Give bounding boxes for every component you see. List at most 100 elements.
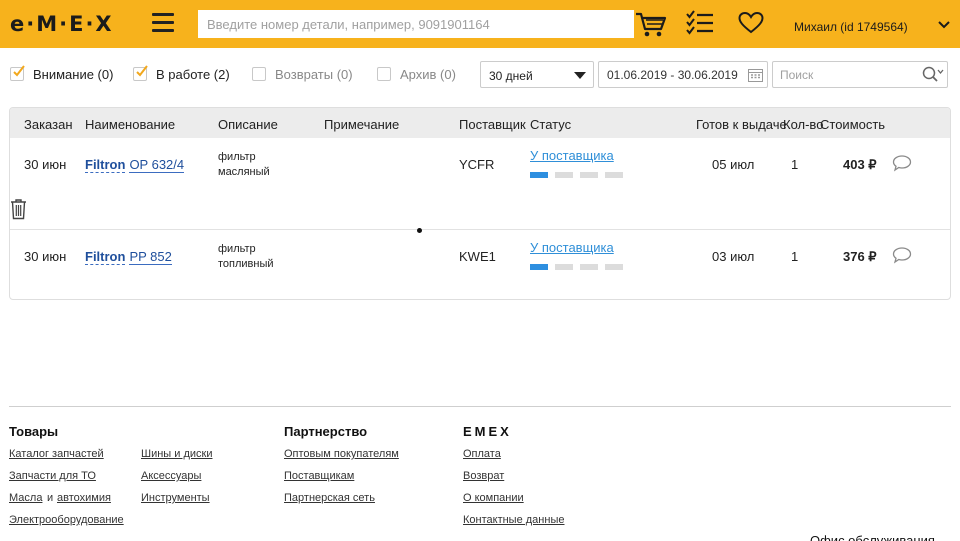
footer-link-contacts[interactable]: Контактные данные	[463, 514, 564, 526]
row-divider	[10, 229, 950, 230]
ordered-date: 30 июн	[24, 157, 67, 172]
quantity: 1	[791, 249, 799, 264]
part-number-link[interactable]: PP 852	[129, 249, 172, 265]
caret-down-icon	[574, 72, 586, 79]
check-icon	[136, 65, 148, 77]
footer-link-oils[interactable]: Масла	[9, 492, 42, 504]
brand-link[interactable]: Filtron	[85, 157, 126, 173]
period-value: 30 дней	[489, 69, 533, 83]
description: фильтр масляный	[218, 150, 270, 180]
top-header: e·M·E·X Михаил (id 1749564)	[0, 0, 960, 48]
description-line: топливный	[218, 258, 274, 270]
progress-step	[580, 172, 598, 178]
table-header: Заказан Наименование Описание Примечание…	[10, 108, 950, 138]
check-icon	[13, 65, 25, 77]
quantity: 1	[791, 157, 799, 172]
col-note[interactable]: Примечание	[324, 117, 399, 132]
calendar-icon[interactable]	[748, 68, 763, 82]
progress-step	[605, 264, 623, 270]
col-status[interactable]: Статус	[530, 117, 571, 132]
trash-icon[interactable]	[9, 198, 28, 220]
footer-link-about[interactable]: О компании	[463, 492, 524, 504]
footer-emex-title: EMEX	[463, 424, 512, 439]
cart-icon[interactable]	[634, 10, 668, 38]
footer-link-autochem[interactable]: автохимия	[57, 492, 111, 504]
search-icon[interactable]	[922, 66, 944, 82]
col-supplier[interactable]: Поставщик	[459, 117, 526, 132]
cursor-dot	[417, 228, 422, 233]
attention-label: Внимание (0)	[33, 66, 114, 82]
col-description[interactable]: Описание	[218, 117, 278, 132]
footer-link-tools[interactable]: Инструменты	[141, 492, 210, 504]
user-account[interactable]: Михаил (id 1749564)	[794, 20, 908, 34]
footer-link-suppliers[interactable]: Поставщикам	[284, 470, 354, 482]
part-search-input[interactable]	[198, 10, 634, 38]
emex-logo[interactable]: e·M·E·X	[10, 12, 114, 36]
col-cost[interactable]: Стоимость	[820, 117, 885, 132]
ready-date: 03 июл	[712, 249, 755, 264]
cost: 403 ₽	[843, 157, 877, 172]
col-qty[interactable]: Кол-во	[783, 117, 823, 132]
footer-link-network[interactable]: Партнерская сеть	[284, 492, 375, 504]
part-name: Filtron PP 852	[85, 249, 172, 265]
footer-link-catalog[interactable]: Каталог запчастей	[9, 448, 104, 460]
ordered-date: 30 июн	[24, 249, 67, 264]
part-name: Filtron OP 632/4	[85, 157, 185, 173]
footer-link-payment[interactable]: Оплата	[463, 448, 501, 460]
footer-link-accessories[interactable]: Аксессуары	[141, 470, 201, 482]
archive-checkbox[interactable]	[377, 67, 391, 81]
footer-and-text: и	[47, 492, 54, 504]
date-range-picker[interactable]: 01.06.2019 - 30.06.2019	[598, 61, 768, 88]
description-line: масляный	[218, 166, 270, 178]
col-name[interactable]: Наименование	[85, 117, 175, 132]
footer-link-returns[interactable]: Возврат	[463, 470, 504, 482]
in-work-checkbox[interactable]	[133, 65, 148, 81]
footer-partnership-title: Партнерство	[284, 424, 368, 439]
description: фильтр топливный	[218, 242, 274, 272]
date-range-value: 01.06.2019 - 30.06.2019	[607, 68, 738, 82]
description-line: фильтр	[218, 151, 256, 163]
progress-step	[555, 172, 573, 178]
checklist-icon[interactable]	[686, 10, 714, 36]
footer-office-heading: Офис обслуживания	[810, 533, 935, 541]
progress-step	[580, 264, 598, 270]
part-number-link[interactable]: OP 632/4	[129, 157, 185, 173]
chevron-down-icon[interactable]	[938, 20, 950, 29]
filter-in-work[interactable]: В работе (2)	[133, 65, 230, 82]
filter-returns[interactable]: Возвраты (0)	[252, 66, 353, 82]
footer-link-wholesale[interactable]: Оптовым покупателям	[284, 448, 399, 460]
status-link[interactable]: У поставщика	[530, 240, 614, 255]
progress-step	[530, 172, 548, 178]
progress-step	[530, 264, 548, 270]
menu-icon[interactable]	[152, 13, 174, 33]
footer-goods-title: Товары	[9, 424, 59, 439]
orders-table: Заказан Наименование Описание Примечание…	[9, 107, 951, 300]
comment-icon[interactable]	[892, 154, 912, 172]
archive-label: Архив (0)	[400, 66, 456, 82]
in-work-label: В работе (2)	[156, 66, 230, 82]
status-link[interactable]: У поставщика	[530, 148, 614, 163]
filter-archive[interactable]: Архив (0)	[377, 66, 456, 82]
comment-icon[interactable]	[892, 246, 912, 264]
returns-label: Возвраты (0)	[275, 66, 353, 82]
ready-date: 05 июл	[712, 157, 755, 172]
attention-checkbox[interactable]	[10, 65, 25, 81]
progress-step	[605, 172, 623, 178]
supplier: YCFR	[459, 157, 495, 172]
footer-link-electro[interactable]: Электрооборудование	[9, 514, 124, 526]
period-select[interactable]: 30 дней	[480, 61, 594, 88]
supplier: KWE1	[459, 249, 496, 264]
brand-link[interactable]: Filtron	[85, 249, 126, 265]
description-line: фильтр	[218, 243, 256, 255]
progress-step	[555, 264, 573, 270]
status-progress	[530, 172, 623, 178]
col-ready[interactable]: Готов к выдаче	[696, 117, 787, 132]
returns-checkbox[interactable]	[252, 67, 266, 81]
filter-attention[interactable]: Внимание (0)	[10, 65, 114, 82]
cost: 376 ₽	[843, 249, 877, 264]
favorites-heart-icon[interactable]	[738, 12, 764, 34]
footer-link-tires[interactable]: Шины и диски	[141, 448, 212, 460]
footer-divider	[9, 406, 951, 407]
footer-link-to-parts[interactable]: Запчасти для ТО	[9, 470, 96, 482]
col-ordered[interactable]: Заказан	[24, 117, 73, 132]
